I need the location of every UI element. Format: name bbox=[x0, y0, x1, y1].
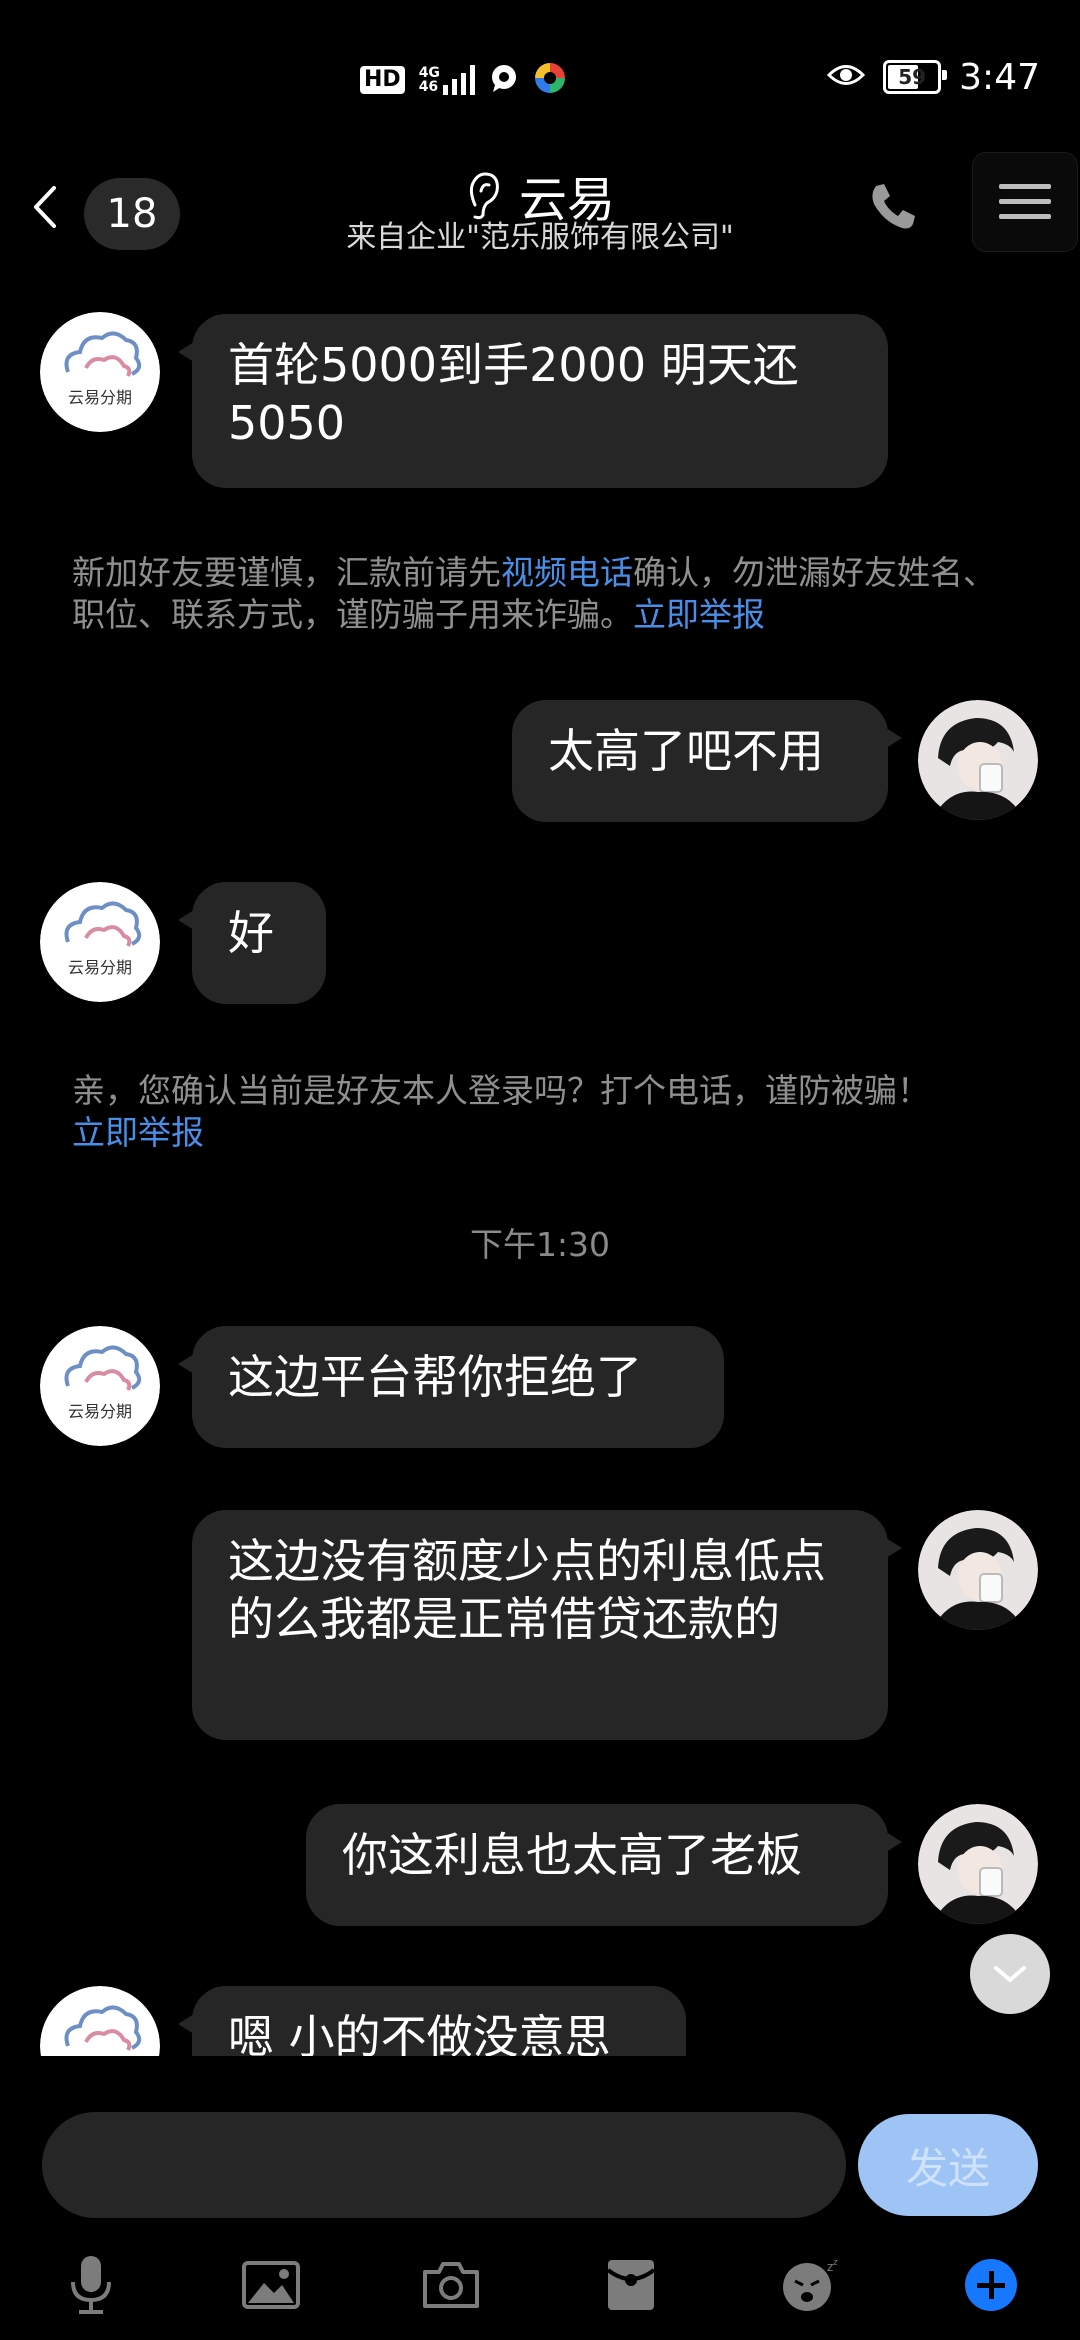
voice-input-button[interactable] bbox=[56, 2250, 126, 2320]
network-type-label: 4G bbox=[418, 65, 440, 81]
signal-icon: 4G 46 bbox=[419, 65, 475, 95]
clock: 3:47 bbox=[959, 56, 1040, 98]
image-button[interactable] bbox=[236, 2250, 306, 2320]
chat-app-notification-icon bbox=[489, 63, 519, 97]
user-avatar[interactable] bbox=[918, 700, 1038, 820]
message-input[interactable] bbox=[42, 2112, 846, 2218]
message-bubble[interactable]: 首轮5000到手2000 明天还5050 bbox=[178, 314, 888, 488]
contact-avatar[interactable]: 云易分期 bbox=[40, 882, 160, 1002]
menu-button[interactable] bbox=[972, 152, 1078, 252]
camera-button[interactable] bbox=[416, 2250, 486, 2320]
microphone-icon bbox=[71, 2256, 111, 2314]
app-notification-icon bbox=[533, 61, 567, 99]
security-notice: 新加好友要谨慎，汇款前请先视频电话确认，勿泄漏好友姓名、职位、联系方式，谨防骗子… bbox=[72, 553, 996, 634]
plus-icon bbox=[965, 2259, 1017, 2311]
chat-header: 18 云易 来自企业"范乐服饰有限公司" bbox=[0, 150, 1080, 280]
contact-avatar[interactable]: 云易分期 bbox=[40, 312, 160, 432]
user-avatar[interactable] bbox=[918, 1510, 1038, 1630]
unread-count-badge[interactable]: 18 bbox=[84, 178, 180, 250]
network-subtype-label: 46 bbox=[418, 79, 439, 95]
eye-comfort-icon bbox=[827, 62, 866, 92]
send-button[interactable]: 发送 bbox=[858, 2114, 1038, 2216]
camera-icon bbox=[423, 2262, 479, 2308]
message-bubble[interactable]: 这边平台帮你拒绝了 bbox=[178, 1326, 724, 1448]
image-icon bbox=[242, 2261, 300, 2309]
avatar-caption: 云易分期 bbox=[67, 388, 132, 407]
red-packet-icon bbox=[606, 2260, 656, 2310]
message-bubble[interactable]: 嗯 小的不做没意思 bbox=[178, 1986, 686, 2056]
user-avatar[interactable] bbox=[918, 1804, 1038, 1924]
scroll-to-bottom-button[interactable] bbox=[970, 1934, 1050, 2014]
phone-icon bbox=[872, 184, 915, 229]
avatar-caption: 云易分期 bbox=[67, 1402, 132, 1421]
sticker-icon: zz bbox=[783, 2258, 838, 2311]
video-call-link[interactable]: 视频电话 bbox=[501, 553, 633, 592]
voice-call-button[interactable] bbox=[862, 176, 924, 238]
svg-text:z: z bbox=[833, 2258, 838, 2268]
contact-avatar[interactable]: 云易分期 bbox=[40, 1326, 160, 1446]
battery-level: 59 bbox=[898, 65, 927, 89]
hd-icon: HD bbox=[360, 66, 405, 94]
report-link[interactable]: 立即举报 bbox=[72, 1113, 204, 1152]
report-link[interactable]: 立即举报 bbox=[633, 595, 765, 634]
red-packet-button[interactable] bbox=[596, 2250, 666, 2320]
timestamp: 下午1:30 bbox=[469, 1225, 611, 1264]
contact-avatar[interactable] bbox=[40, 1986, 160, 2056]
sticker-button[interactable]: zz bbox=[776, 2250, 846, 2320]
message-bubble[interactable]: 这边没有额度少点的利息低点的么我都是正常借贷还款的 bbox=[192, 1510, 902, 1740]
clipped-message-row: 嗯 小的不做没意思 bbox=[0, 1960, 1080, 2056]
message-bubble[interactable]: 你这利息也太高了老板 bbox=[306, 1804, 902, 1926]
status-bar: HD 4G 46 59 3:47 bbox=[0, 0, 1080, 150]
menu-icon bbox=[999, 184, 1051, 219]
input-toolbar: zz bbox=[0, 2240, 1080, 2340]
security-notice: 亲，您确认当前是好友本人登录吗？打个电话，谨防被骗！ 立即举报 bbox=[72, 1071, 930, 1152]
message-bubble[interactable]: 太高了吧不用 bbox=[512, 700, 902, 822]
status-icons: HD 4G 46 bbox=[360, 58, 567, 102]
more-button[interactable] bbox=[956, 2250, 1026, 2320]
input-bar: 发送 bbox=[0, 2100, 1080, 2220]
avatar-caption: 云易分期 bbox=[67, 958, 132, 977]
back-button[interactable] bbox=[16, 172, 76, 242]
chevron-left-icon bbox=[34, 186, 56, 228]
chat-subtitle: 来自企业"范乐服饰有限公司" bbox=[346, 220, 734, 255]
message-bubble[interactable]: 好 bbox=[178, 882, 326, 1004]
battery-icon: 59 bbox=[883, 60, 948, 94]
chevron-down-icon bbox=[994, 1966, 1026, 1982]
right-status-group: 59 3:47 bbox=[827, 52, 1040, 102]
